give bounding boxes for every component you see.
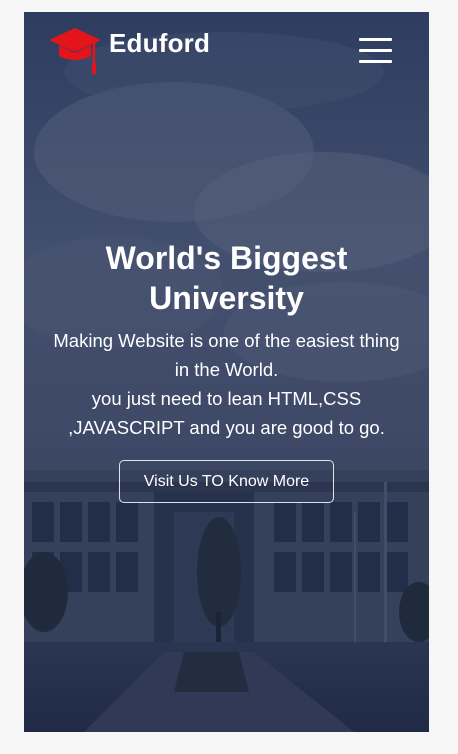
logo[interactable]: Eduford	[47, 26, 210, 76]
hero-text-line: Making Website is one of the easiest thi…	[53, 330, 400, 351]
hero-section: World's Biggest University Making Websit…	[24, 238, 429, 503]
hero-text-line: you just need to lean HTML,CSS	[91, 388, 362, 409]
hamburger-menu-icon[interactable]	[355, 34, 395, 68]
brand-name: Eduford	[109, 28, 211, 58]
graduation-cap-icon	[49, 28, 101, 74]
hero-text-line: ,JAVASCRIPT and you are good to go.	[68, 417, 385, 438]
page-viewport: Eduford World's Biggest University Makin…	[24, 12, 429, 732]
menu-bar	[359, 49, 392, 52]
visit-us-button[interactable]: Visit Us TO Know More	[119, 460, 334, 503]
site-header: Eduford	[24, 12, 429, 82]
hero-text-line: in the World.	[174, 359, 279, 380]
menu-bar	[359, 60, 392, 63]
menu-bar	[359, 38, 392, 41]
hero-description: Making Website is one of the easiest thi…	[37, 326, 417, 442]
hero-title: World's Biggest University	[105, 240, 348, 316]
